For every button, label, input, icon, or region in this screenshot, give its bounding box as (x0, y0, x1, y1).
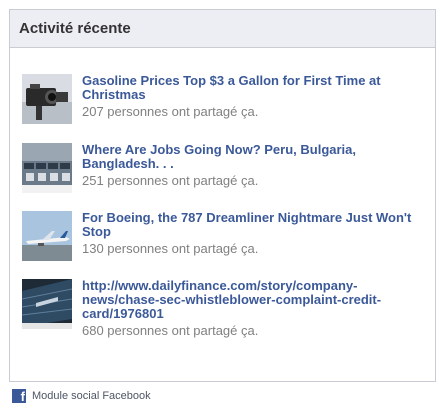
share-count: 251 personnes ont partagé ça. (82, 173, 259, 188)
share-count: 130 personnes ont partagé ça. (82, 241, 259, 256)
widget-header: Activité récente (10, 10, 435, 48)
news-headline-link[interactable]: Where Are Jobs Going Now? Peru, Bulgaria… (82, 143, 427, 171)
share-count: 207 personnes ont partagé ça. (82, 104, 259, 119)
news-thumbnail-factory-icon[interactable] (22, 143, 72, 193)
news-headline-link[interactable]: http://www.dailyfinance.com/story/compan… (82, 279, 427, 321)
news-headline-link[interactable]: For Boeing, the 787 Dreamliner Nightmare… (82, 211, 427, 239)
facebook-social-plugin-label: Module social Facebook (32, 390, 151, 402)
widget-footer: f Module social Facebook (12, 389, 151, 403)
facebook-icon[interactable]: f (12, 389, 26, 403)
recent-activity-widget: Activité récente Gasoline Prices Top $3 … (9, 9, 436, 382)
share-count: 680 personnes ont partagé ça. (82, 323, 259, 338)
news-thumbnail-airplane-icon[interactable] (22, 211, 72, 261)
news-thumbnail-building-icon[interactable] (22, 279, 72, 329)
news-thumbnail-camera-icon[interactable] (22, 74, 72, 124)
widget-title: Activité récente (19, 20, 131, 37)
news-headline-link[interactable]: Gasoline Prices Top $3 a Gallon for Firs… (82, 74, 427, 102)
